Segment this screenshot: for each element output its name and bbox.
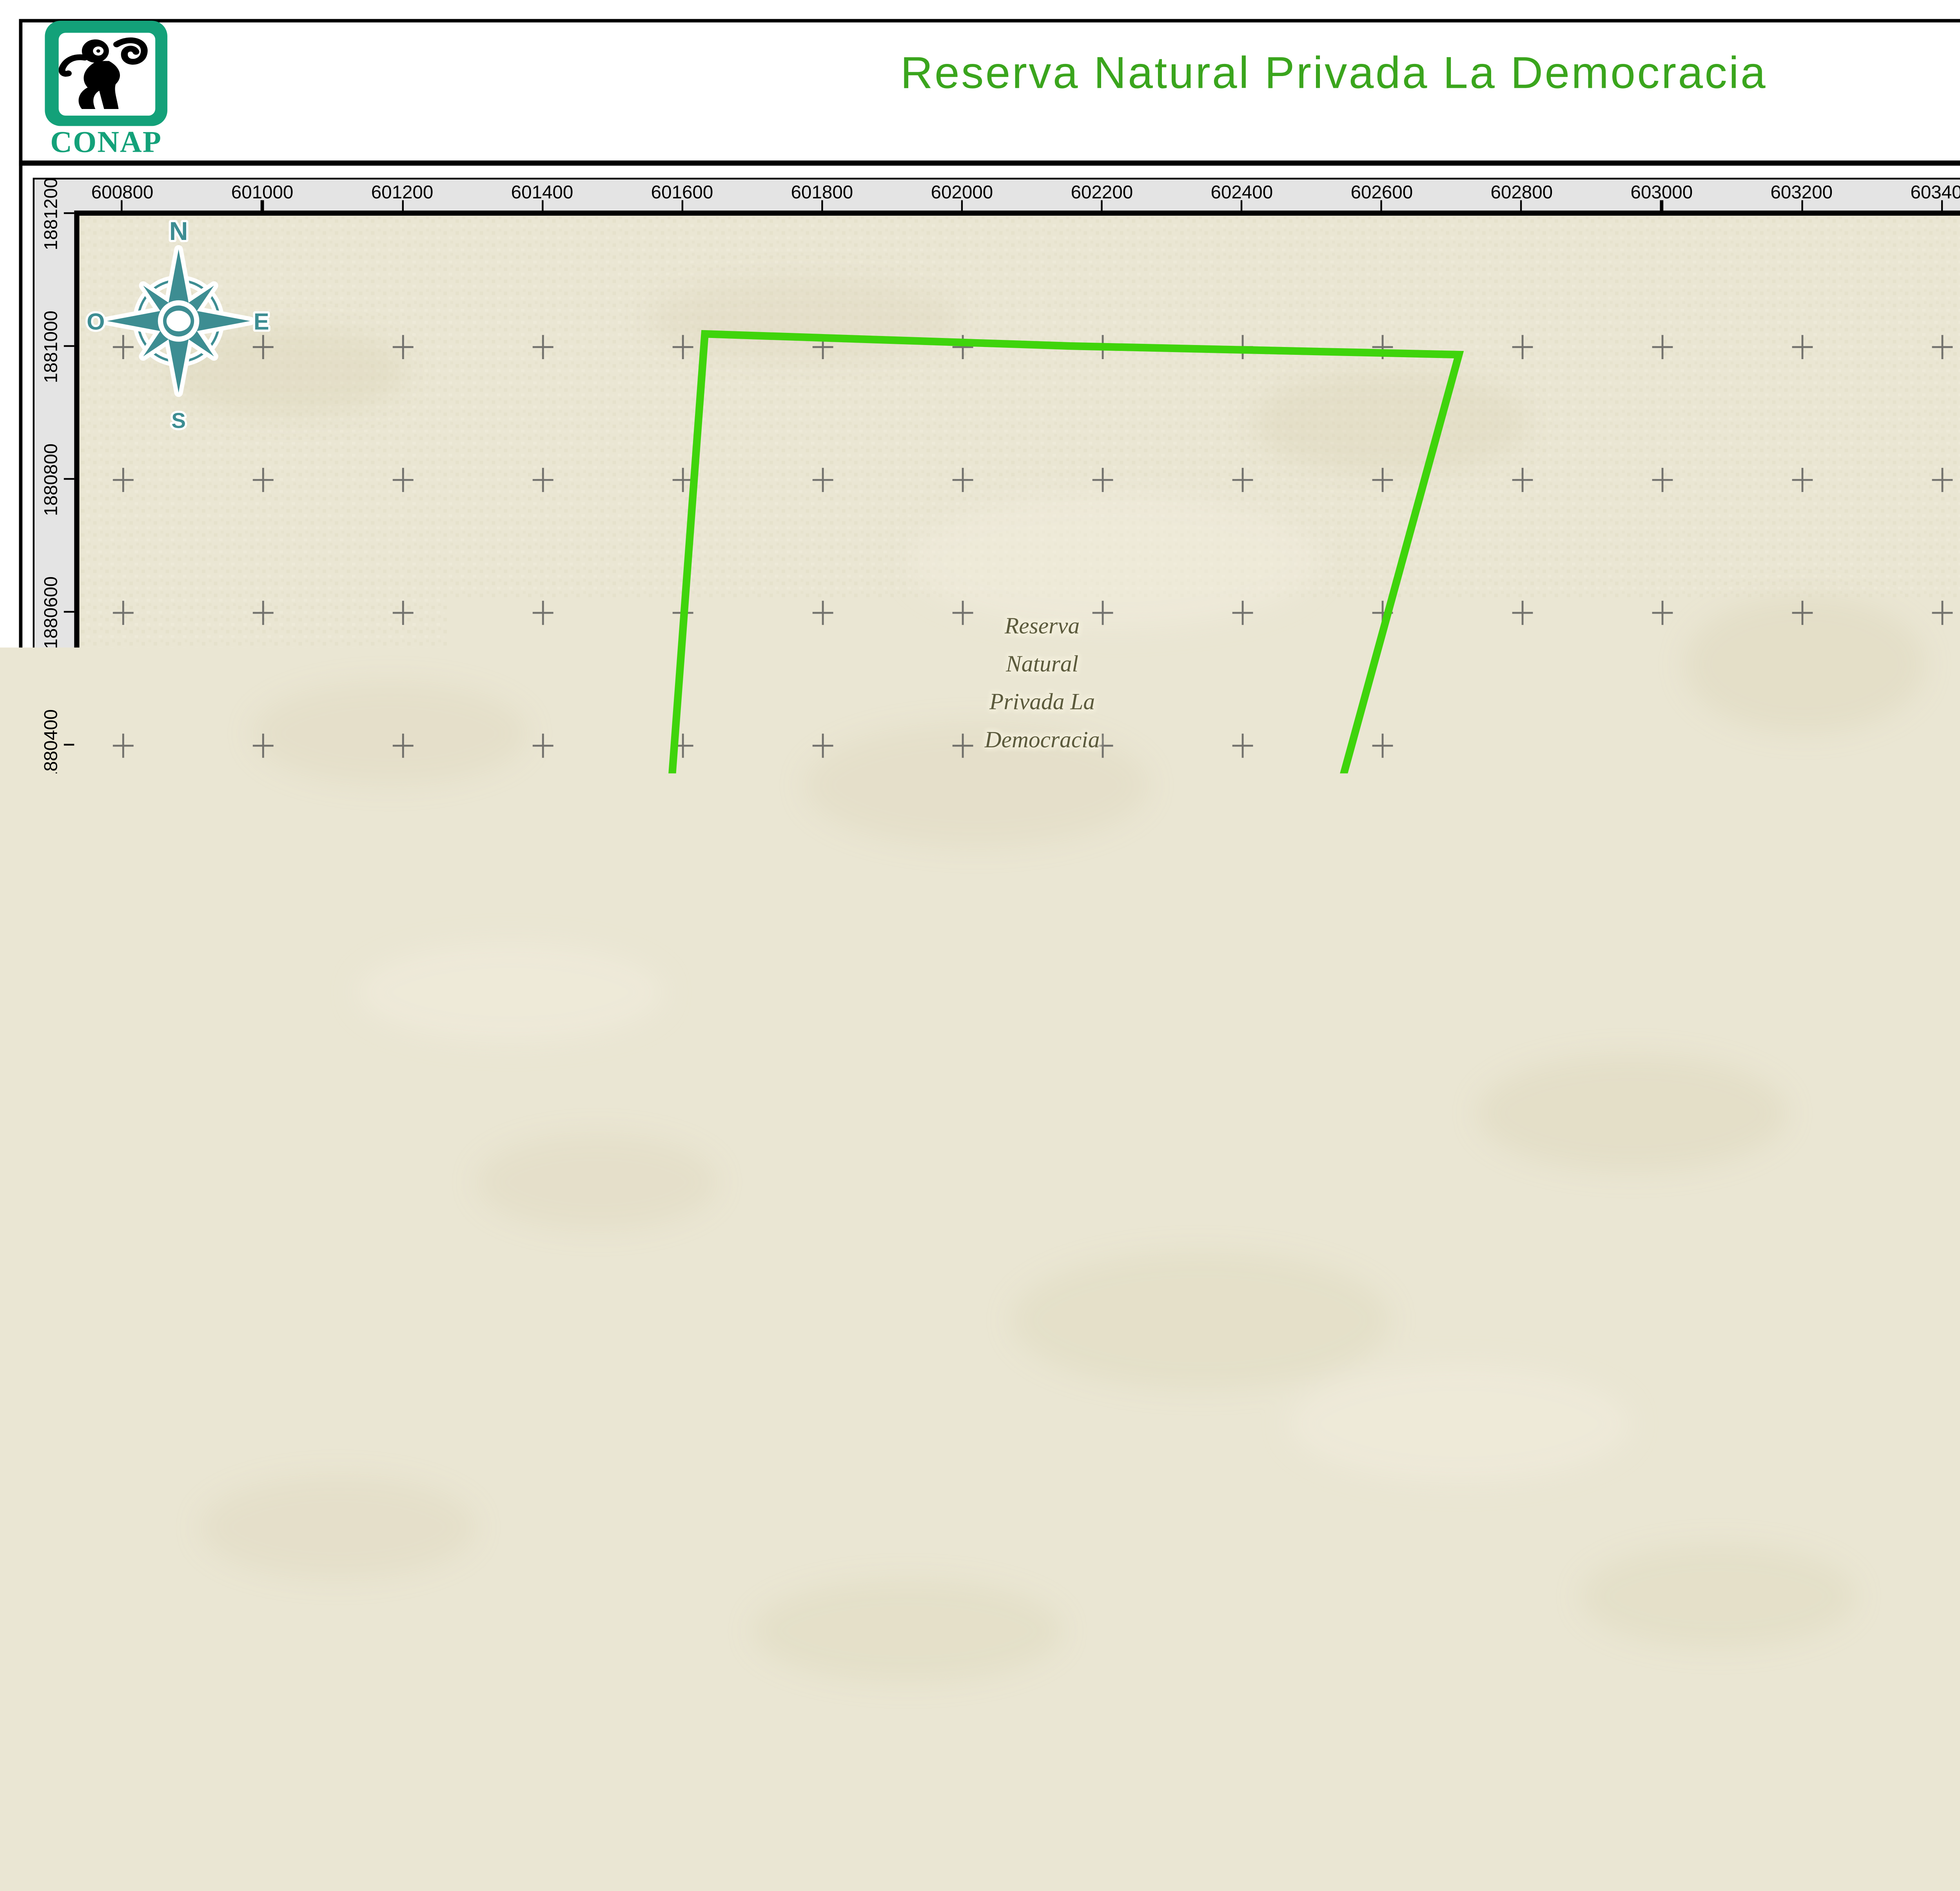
axis-tick-bottom	[681, 1835, 683, 1845]
scale-value-0: 0	[152, 1717, 167, 1748]
axis-tick-left	[63, 478, 73, 480]
conap-logo-text: CONAP	[38, 124, 174, 160]
axis-label-bottom: 601400	[511, 1843, 573, 1864]
axis-tick-top	[1381, 199, 1383, 209]
scale-value-011: 0.11	[206, 1717, 256, 1748]
axis-tick-top	[121, 199, 123, 209]
axis-tick-bottom	[1241, 1835, 1243, 1845]
compass-s: S	[171, 407, 185, 432]
conap-logo	[45, 21, 167, 126]
axis-tick-top	[1241, 199, 1243, 209]
scale-unit: Kilómetros	[494, 1717, 621, 1748]
axis-label-left: 1878800	[40, 1772, 61, 1844]
page-title: Reserva Natural Privada La Democracia	[207, 47, 1960, 100]
protected-area-label: Reserva Natural Privada La Democracia	[869, 607, 1214, 758]
compass-n: N	[169, 216, 187, 245]
axis-label-left: 1879200	[40, 1506, 61, 1579]
header-rule	[18, 160, 1960, 165]
axis-label-bottom: 602600	[1351, 1843, 1413, 1864]
axis-label-bottom: 602400	[1211, 1843, 1273, 1864]
axis-tick-top	[401, 199, 403, 209]
axis-tick-bottom	[1381, 1835, 1383, 1845]
axis-tick-left	[63, 1408, 73, 1410]
compass-o: O	[86, 308, 104, 334]
axis-label-left: 1880200	[40, 841, 61, 914]
axis-tick-left	[63, 1010, 73, 1012]
axis-label-left: 1880000	[40, 974, 61, 1047]
axis-tick-top	[541, 199, 543, 209]
axis-label-left: 1879600	[40, 1240, 61, 1313]
axis-tick-top	[1661, 199, 1662, 209]
axis-label-bottom: 601200	[371, 1843, 434, 1864]
axis-tick-left	[63, 212, 73, 214]
axis-tick-top	[261, 199, 263, 209]
axis-tick-top	[961, 199, 963, 209]
axis-tick-left	[63, 611, 73, 613]
axis-tick-left	[63, 744, 73, 746]
axis-tick-left	[63, 1541, 73, 1543]
conap-logo-monkey-icon	[58, 32, 154, 114]
axis-label-left: 1880600	[40, 576, 61, 648]
axis-tick-bottom	[1800, 1835, 1802, 1845]
axis-label-bottom: 601000	[231, 1843, 294, 1864]
axis-tick-top	[1521, 199, 1523, 209]
axis-label-left: 1881000	[40, 310, 61, 382]
axis-tick-bottom	[1521, 1835, 1523, 1845]
department-label: PETÉN	[864, 1022, 1209, 1056]
axis-tick-bottom	[1661, 1835, 1662, 1845]
compass-e: E	[253, 308, 269, 334]
axis-tick-top	[821, 199, 823, 209]
axis-tick-left	[63, 1143, 73, 1144]
axis-label-bottom: 602000	[931, 1843, 993, 1864]
axis-tick-bottom	[541, 1835, 543, 1845]
axis-label-bottom: 603000	[1631, 1843, 1693, 1864]
axis-label-bottom: 603400	[1910, 1843, 1960, 1864]
axis-tick-top	[1940, 199, 1942, 209]
axis-label-bottom: 602200	[1071, 1843, 1133, 1864]
scale-value-044: 0.44	[427, 1717, 479, 1748]
axis-tick-bottom	[261, 1835, 263, 1845]
axis-tick-bottom	[1940, 1835, 1942, 1845]
axis-tick-bottom	[121, 1835, 123, 1845]
axis-label-left: 1881200	[40, 177, 61, 249]
axis-tick-left	[63, 345, 73, 347]
axis-tick-left	[63, 877, 73, 879]
axis-label-left: 1879000	[40, 1639, 61, 1711]
axis-tick-top	[1800, 199, 1802, 209]
axis-label-left: 1879400	[40, 1373, 61, 1446]
axis-label-bottom: 602800	[1491, 1843, 1553, 1864]
axis-tick-bottom	[1101, 1835, 1103, 1845]
axis-label-left: 1880800	[40, 443, 61, 515]
scale-value-022: 0.22	[281, 1717, 333, 1748]
axis-label-left: 1879800	[40, 1107, 61, 1180]
axis-label-bottom: 603200	[1770, 1843, 1833, 1864]
axis-label-bottom: 601800	[791, 1843, 853, 1864]
axis-tick-top	[1101, 199, 1103, 209]
axis-tick-left	[63, 1674, 73, 1676]
axis-label-bottom: 601600	[651, 1843, 713, 1864]
axis-tick-bottom	[821, 1835, 823, 1845]
axis-label-left: 1880400	[40, 708, 61, 781]
map-sheet: CONAP Reserva Natural Privada La Democra…	[0, 0, 1960, 1891]
axis-label-top: 603400	[1910, 182, 1960, 203]
axis-tick-top	[681, 199, 683, 209]
axis-tick-left	[63, 1807, 73, 1809]
axis-tick-bottom	[961, 1835, 963, 1845]
axis-label-bottom: 600800	[91, 1843, 154, 1864]
axis-tick-bottom	[401, 1835, 403, 1845]
axis-tick-left	[63, 1275, 73, 1277]
